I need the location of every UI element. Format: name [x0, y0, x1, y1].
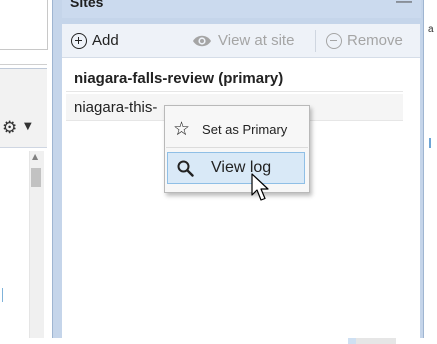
toolbar-separator	[315, 30, 316, 52]
gear-icon[interactable]: ⚙	[2, 118, 17, 138]
star-outline-icon: ☆	[173, 118, 191, 140]
taskbar-fragment	[348, 338, 356, 344]
panel-title: Sites	[70, 0, 104, 10]
menu-item-set-as-primary[interactable]: ☆ Set as Primary	[173, 117, 305, 141]
caret-marker	[2, 288, 3, 302]
view-at-site-button[interactable]: View at site	[192, 32, 294, 49]
remove-icon	[326, 32, 342, 49]
scroll-up-arrow-icon[interactable]: ▲	[32, 152, 38, 161]
menu-divider	[166, 147, 308, 148]
remove-button[interactable]: Remove	[326, 32, 403, 49]
right-background-window	[424, 0, 437, 344]
chevron-down-icon[interactable]: ▼	[24, 121, 32, 132]
menu-item-label: Set as Primary	[202, 121, 288, 137]
divider	[0, 64, 47, 65]
minimize-button[interactable]: —	[396, 0, 412, 11]
magnifier-icon	[177, 160, 194, 177]
add-icon	[71, 32, 87, 49]
taskbar-fragment	[356, 338, 396, 344]
edge-fragment: a	[428, 24, 434, 35]
remove-button-label: Remove	[347, 32, 403, 49]
site-name: niagara-this-	[74, 99, 158, 116]
view-at-site-label: View at site	[218, 32, 295, 49]
menu-item-view-log[interactable]: View log	[167, 152, 305, 184]
edge-marker	[429, 138, 431, 148]
mouse-cursor-icon	[251, 173, 269, 201]
left-window-field	[0, 0, 48, 50]
add-button[interactable]: Add	[71, 32, 119, 49]
scrollbar-thumb[interactable]	[31, 168, 41, 187]
panel-header	[62, 0, 421, 18]
site-name-primary: niagara-falls-review (primary)	[74, 70, 284, 87]
add-button-label: Add	[92, 32, 119, 49]
eye-icon	[193, 35, 211, 46]
